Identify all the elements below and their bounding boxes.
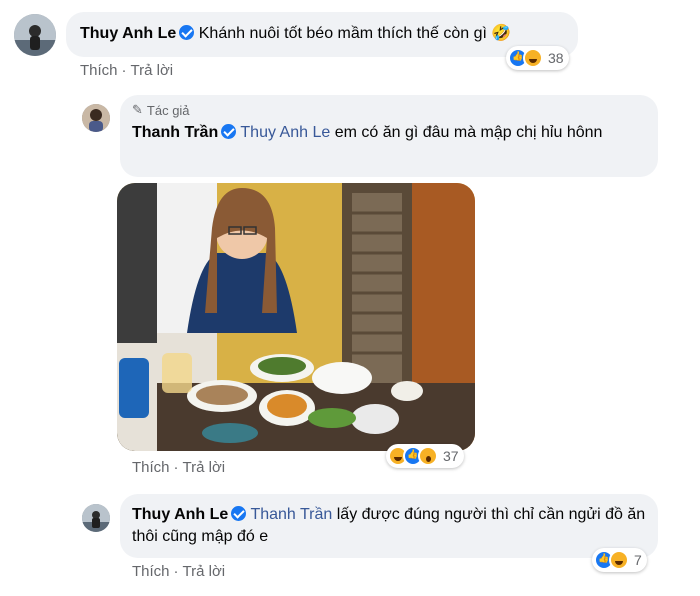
haha-reaction-icon	[523, 48, 543, 68]
comment-photo[interactable]	[117, 183, 475, 451]
reaction-count: 38	[548, 50, 564, 66]
comment-author[interactable]: Thuy Anh Le	[80, 25, 176, 42]
separator: ·	[173, 459, 179, 476]
comment-author[interactable]: Thuy Anh Le	[132, 506, 228, 523]
comment-actions: Thích · Trả lời	[80, 62, 173, 79]
verified-badge-icon	[221, 124, 237, 139]
comment-text: Khánh nuôi tốt béo mầm thích thế còn gì	[198, 25, 487, 42]
avatar[interactable]	[82, 104, 110, 132]
rofl-emoji-icon: 🤣	[491, 25, 512, 42]
pencil-icon: ✎	[132, 102, 143, 117]
reaction-summary[interactable]: 38	[506, 46, 569, 70]
comment-bubble: ✎ Tác giả Thanh Trần Thuy Anh Le em có ă…	[120, 95, 658, 177]
reaction-count: 37	[443, 448, 459, 464]
comment-bubble: Thuy Anh Le Khánh nuôi tốt béo mầm thích…	[66, 12, 578, 57]
like-button[interactable]: Thích	[132, 459, 170, 476]
author-label: ✎ Tác giả	[132, 102, 646, 118]
tagged-user[interactable]: Thuy Anh Le	[240, 124, 330, 141]
reaction-summary[interactable]: 37	[386, 444, 464, 468]
comment-text: em có ăn gì đâu mà mập chị hỉu hônn	[334, 124, 603, 141]
separator: ·	[173, 563, 179, 580]
verified-badge-icon	[179, 25, 195, 40]
tagged-user[interactable]: Thanh Trần	[250, 506, 332, 523]
reaction-count: 7	[634, 552, 642, 568]
comment-actions: Thích · Trả lời	[132, 459, 225, 476]
author-badge: Tác giả	[146, 102, 190, 118]
comment-author[interactable]: Thanh Trần	[132, 124, 218, 141]
reply-button[interactable]: Trả lời	[183, 563, 226, 580]
avatar[interactable]	[14, 14, 56, 56]
separator: ·	[121, 62, 127, 79]
comment-bubble: Thuy Anh Le Thanh Trần lấy được đúng ngư…	[120, 494, 658, 558]
comment-actions: Thích · Trả lời	[132, 563, 225, 580]
avatar[interactable]	[82, 504, 110, 532]
reply-button[interactable]: Trả lời	[131, 62, 174, 79]
reply-button[interactable]: Trả lời	[183, 459, 226, 476]
like-button[interactable]: Thích	[132, 563, 170, 580]
like-button[interactable]: Thích	[80, 62, 118, 79]
reaction-summary[interactable]: 7	[592, 548, 647, 572]
verified-badge-icon	[231, 506, 247, 521]
wow-reaction-icon	[418, 446, 438, 466]
haha-reaction-icon	[609, 550, 629, 570]
